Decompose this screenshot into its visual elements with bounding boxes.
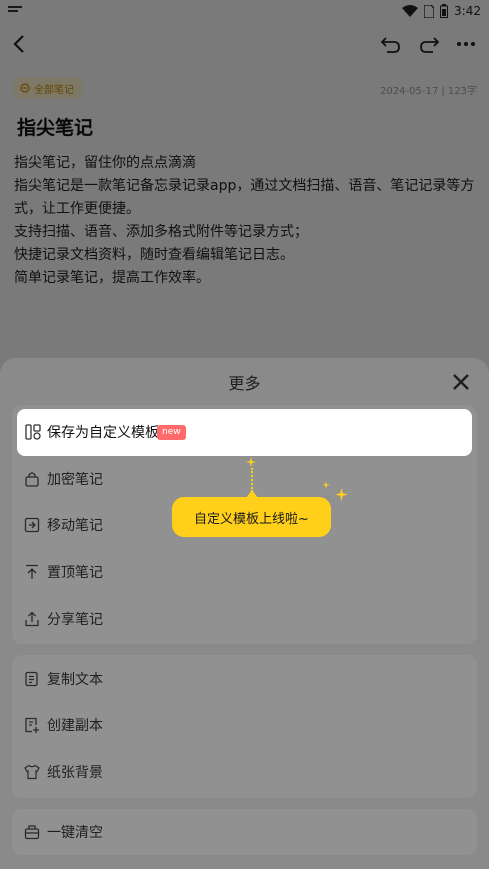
template-icon (25, 424, 41, 440)
menu-item-label: 加密笔记 (47, 472, 103, 488)
menu-item-encrypt[interactable]: 加密笔记 (12, 456, 477, 502)
menu-item-paper-bg[interactable]: 纸张背景 (12, 749, 477, 795)
menu-item-pin[interactable]: 置顶笔记 (12, 549, 477, 595)
sparkle-icon (246, 457, 256, 467)
menu-item-duplicate[interactable]: 创建副本 (12, 702, 477, 748)
menu-item-label: 移动笔记 (47, 518, 103, 534)
lock-icon (25, 472, 39, 487)
menu-item-share[interactable]: 分享笔记 (12, 596, 477, 642)
save-as-template-label: 保存为自定义模板 (47, 425, 159, 441)
duplicate-icon (25, 717, 39, 733)
move-icon (24, 517, 40, 533)
sheet-title: 更多 (228, 374, 261, 393)
sparkle-icon (335, 488, 348, 501)
menu-item-clear[interactable]: 一键清空 (12, 809, 477, 855)
tooltip-pointer-line (251, 468, 253, 492)
clear-icon (24, 825, 40, 840)
menu-item-label: 分享笔记 (47, 612, 103, 628)
new-badge: new (157, 425, 186, 440)
menu-item-label: 纸张背景 (47, 765, 103, 781)
save-as-template-item[interactable]: 保存为自定义模板 new (17, 409, 472, 456)
copy-text-icon (25, 671, 38, 687)
menu-item-label: 一键清空 (47, 825, 103, 841)
template-tooltip[interactable]: 自定义模板上线啦~ (172, 497, 331, 537)
share-icon (25, 611, 39, 627)
tooltip-text: 自定义模板上线啦~ (194, 511, 309, 527)
pin-top-icon (26, 564, 38, 579)
close-icon[interactable] (452, 373, 470, 391)
menu-item-label: 创建副本 (47, 718, 103, 734)
menu-item-label: 置顶笔记 (47, 565, 103, 581)
menu-item-copy-text[interactable]: 复制文本 (12, 656, 477, 702)
sparkle-icon (322, 481, 330, 489)
paper-bg-icon (24, 764, 40, 780)
menu-item-label: 复制文本 (47, 672, 103, 688)
